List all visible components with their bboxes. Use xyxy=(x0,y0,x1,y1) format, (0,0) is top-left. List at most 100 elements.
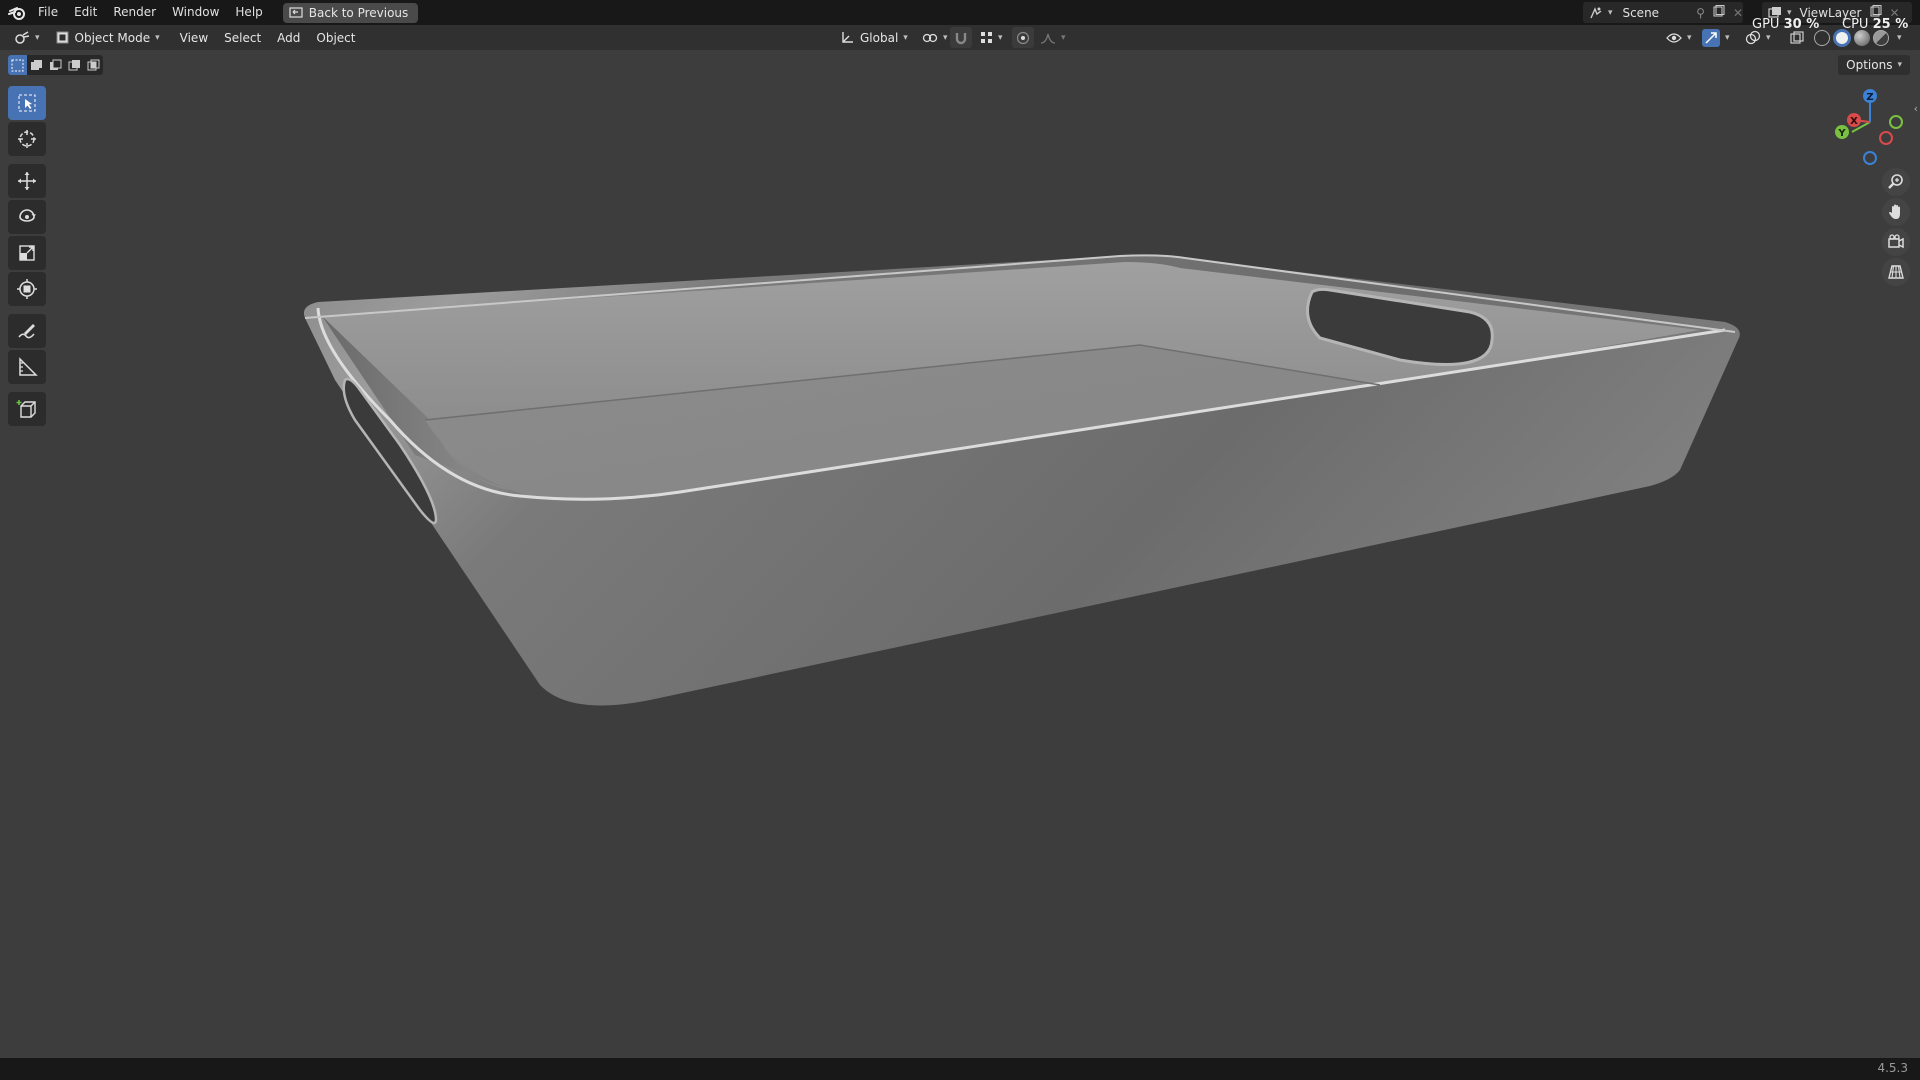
perspective-toggle-button[interactable] xyxy=(1882,258,1910,286)
scale-tool[interactable] xyxy=(8,236,46,270)
snap-target-dropdown-icon: ▾ xyxy=(998,32,1003,43)
move-tool[interactable] xyxy=(8,164,46,198)
sidebar-expand-icon[interactable]: ‹ xyxy=(1914,102,1918,115)
pin-icon[interactable]: ⚲ xyxy=(1696,6,1705,20)
view-layer-dropdown-icon: ▾ xyxy=(1787,7,1792,18)
select-invert-icon[interactable] xyxy=(65,55,84,75)
transform-icon xyxy=(17,279,37,299)
menu-select[interactable]: Select xyxy=(218,27,267,48)
snap-target-selector[interactable]: ▾ xyxy=(974,27,1009,48)
editor-type-dropdown-icon: ▾ xyxy=(35,32,40,43)
hand-icon xyxy=(1889,204,1900,219)
gpu-label: GPU xyxy=(1752,17,1780,32)
menu-file[interactable]: File xyxy=(30,0,66,25)
gizmo-z-label: Z xyxy=(1866,92,1873,103)
editor-type-selector[interactable]: ▾ xyxy=(8,27,46,48)
visibility-selector[interactable]: ▾ xyxy=(1660,27,1698,48)
menu-view[interactable]: View xyxy=(174,27,214,48)
gpu-value: 30 % xyxy=(1783,17,1820,32)
snap-toggle[interactable] xyxy=(950,27,972,48)
annotate-pencil-icon xyxy=(18,324,35,339)
xray-icon xyxy=(1790,30,1804,44)
gizmo-x-label: X xyxy=(1850,116,1858,127)
overlays-dropdown-icon: ▾ xyxy=(1766,32,1771,43)
menu-help[interactable]: Help xyxy=(227,0,270,25)
falloff-curve-icon xyxy=(1040,33,1056,44)
menu-render[interactable]: Render xyxy=(105,0,164,25)
transform-orientation-dropdown-icon: ▾ xyxy=(903,32,908,43)
options-dropdown-icon: ▾ xyxy=(1897,60,1902,70)
global-orientation-icon xyxy=(842,31,853,43)
rotate-tool[interactable] xyxy=(8,200,46,234)
menu-object[interactable]: Object xyxy=(310,27,361,48)
gizmo-dropdown-icon: ▾ xyxy=(1725,32,1730,43)
options-button[interactable]: Options ▾ xyxy=(1838,55,1910,75)
zoom-button[interactable] xyxy=(1882,168,1910,196)
gizmo-neg-z-axis[interactable] xyxy=(1863,151,1877,165)
gizmo-y-label: Y xyxy=(1837,128,1846,139)
cpu-value: 25 % xyxy=(1872,17,1909,32)
add-cube-tool[interactable] xyxy=(8,392,46,426)
object-mode-selector[interactable]: Object Mode ▾ xyxy=(50,27,166,48)
select-new-icon[interactable] xyxy=(8,55,27,75)
options-label: Options xyxy=(1846,58,1893,72)
rotate-icon xyxy=(19,209,36,222)
viewport-scene[interactable] xyxy=(0,50,1920,1058)
gizmo-neg-x-axis[interactable] xyxy=(1879,131,1893,145)
visibility-dropdown-icon: ▾ xyxy=(1687,32,1692,43)
select-extend-icon[interactable] xyxy=(27,55,46,75)
viewport-header: ▾ Object Mode ▾ View Select Add Object G… xyxy=(0,25,1920,50)
cursor-tool[interactable] xyxy=(8,122,46,156)
magnet-icon xyxy=(955,32,967,44)
version-label: 4.5.3 xyxy=(1877,1061,1908,1075)
object-mode-label: Object Mode xyxy=(74,30,151,45)
cpu-stat: CPU 25 % xyxy=(1842,17,1908,32)
object-mode-dropdown-icon: ▾ xyxy=(155,32,160,43)
proportional-falloff-selector[interactable]: ▾ xyxy=(1034,27,1072,48)
pan-button[interactable] xyxy=(1882,198,1910,226)
new-scene-icon[interactable] xyxy=(1713,5,1725,20)
zoom-icon xyxy=(1888,174,1903,189)
gizmo-neg-y-axis[interactable] xyxy=(1889,115,1903,129)
delete-scene-icon[interactable]: ✕ xyxy=(1733,6,1743,20)
menu-add[interactable]: Add xyxy=(271,27,306,48)
select-box-tool[interactable] xyxy=(8,86,46,120)
falloff-dropdown-icon: ▾ xyxy=(1061,32,1066,43)
eye-icon xyxy=(1666,32,1682,43)
blender-logo-icon[interactable] xyxy=(4,0,30,25)
select-subtract-icon[interactable] xyxy=(46,55,65,75)
measure-ruler-icon xyxy=(19,357,38,376)
selection-mode-group xyxy=(8,55,103,75)
camera-icon xyxy=(1888,234,1904,249)
proportional-editing-icon xyxy=(1016,31,1030,44)
cursor-icon xyxy=(18,130,36,148)
pivot-icon xyxy=(922,33,938,42)
pivot-point-selector[interactable]: ▾ xyxy=(916,27,954,48)
measure-tool[interactable] xyxy=(8,350,46,384)
proportional-editing-toggle[interactable] xyxy=(1012,27,1034,48)
tool-shelf xyxy=(8,86,48,428)
gizmo-toggle[interactable]: ▾ xyxy=(1700,27,1732,48)
add-cube-icon xyxy=(16,400,36,418)
status-bar: 4.5.3 xyxy=(0,1058,1920,1080)
select-intersect-icon[interactable] xyxy=(84,55,103,75)
select-box-icon xyxy=(18,94,36,112)
3d-viewport-icon xyxy=(15,30,30,44)
shading-dropdown-icon[interactable]: ▾ xyxy=(1897,33,1902,43)
cpu-label: CPU xyxy=(1842,17,1869,32)
scene-name[interactable]: Scene xyxy=(1622,6,1692,20)
back-to-previous-button[interactable]: Back to Previous xyxy=(282,2,419,23)
camera-view-button[interactable] xyxy=(1882,228,1910,256)
move-icon xyxy=(18,172,36,190)
scene-selector[interactable]: ▾ Scene ⚲ ✕ xyxy=(1583,2,1743,23)
transform-tool[interactable] xyxy=(8,272,46,306)
scene-dropdown-icon: ▾ xyxy=(1607,7,1613,18)
transform-orientation-selector[interactable]: Global ▾ xyxy=(834,27,914,48)
navigation-gizmo[interactable]: Z X Y xyxy=(1830,86,1910,166)
scale-icon xyxy=(19,245,35,261)
annotate-tool[interactable] xyxy=(8,314,46,348)
menu-edit[interactable]: Edit xyxy=(66,0,105,25)
scene-icon xyxy=(1590,6,1602,18)
gpu-stat: GPU 30 % xyxy=(1752,17,1819,32)
menu-window[interactable]: Window xyxy=(164,0,227,25)
